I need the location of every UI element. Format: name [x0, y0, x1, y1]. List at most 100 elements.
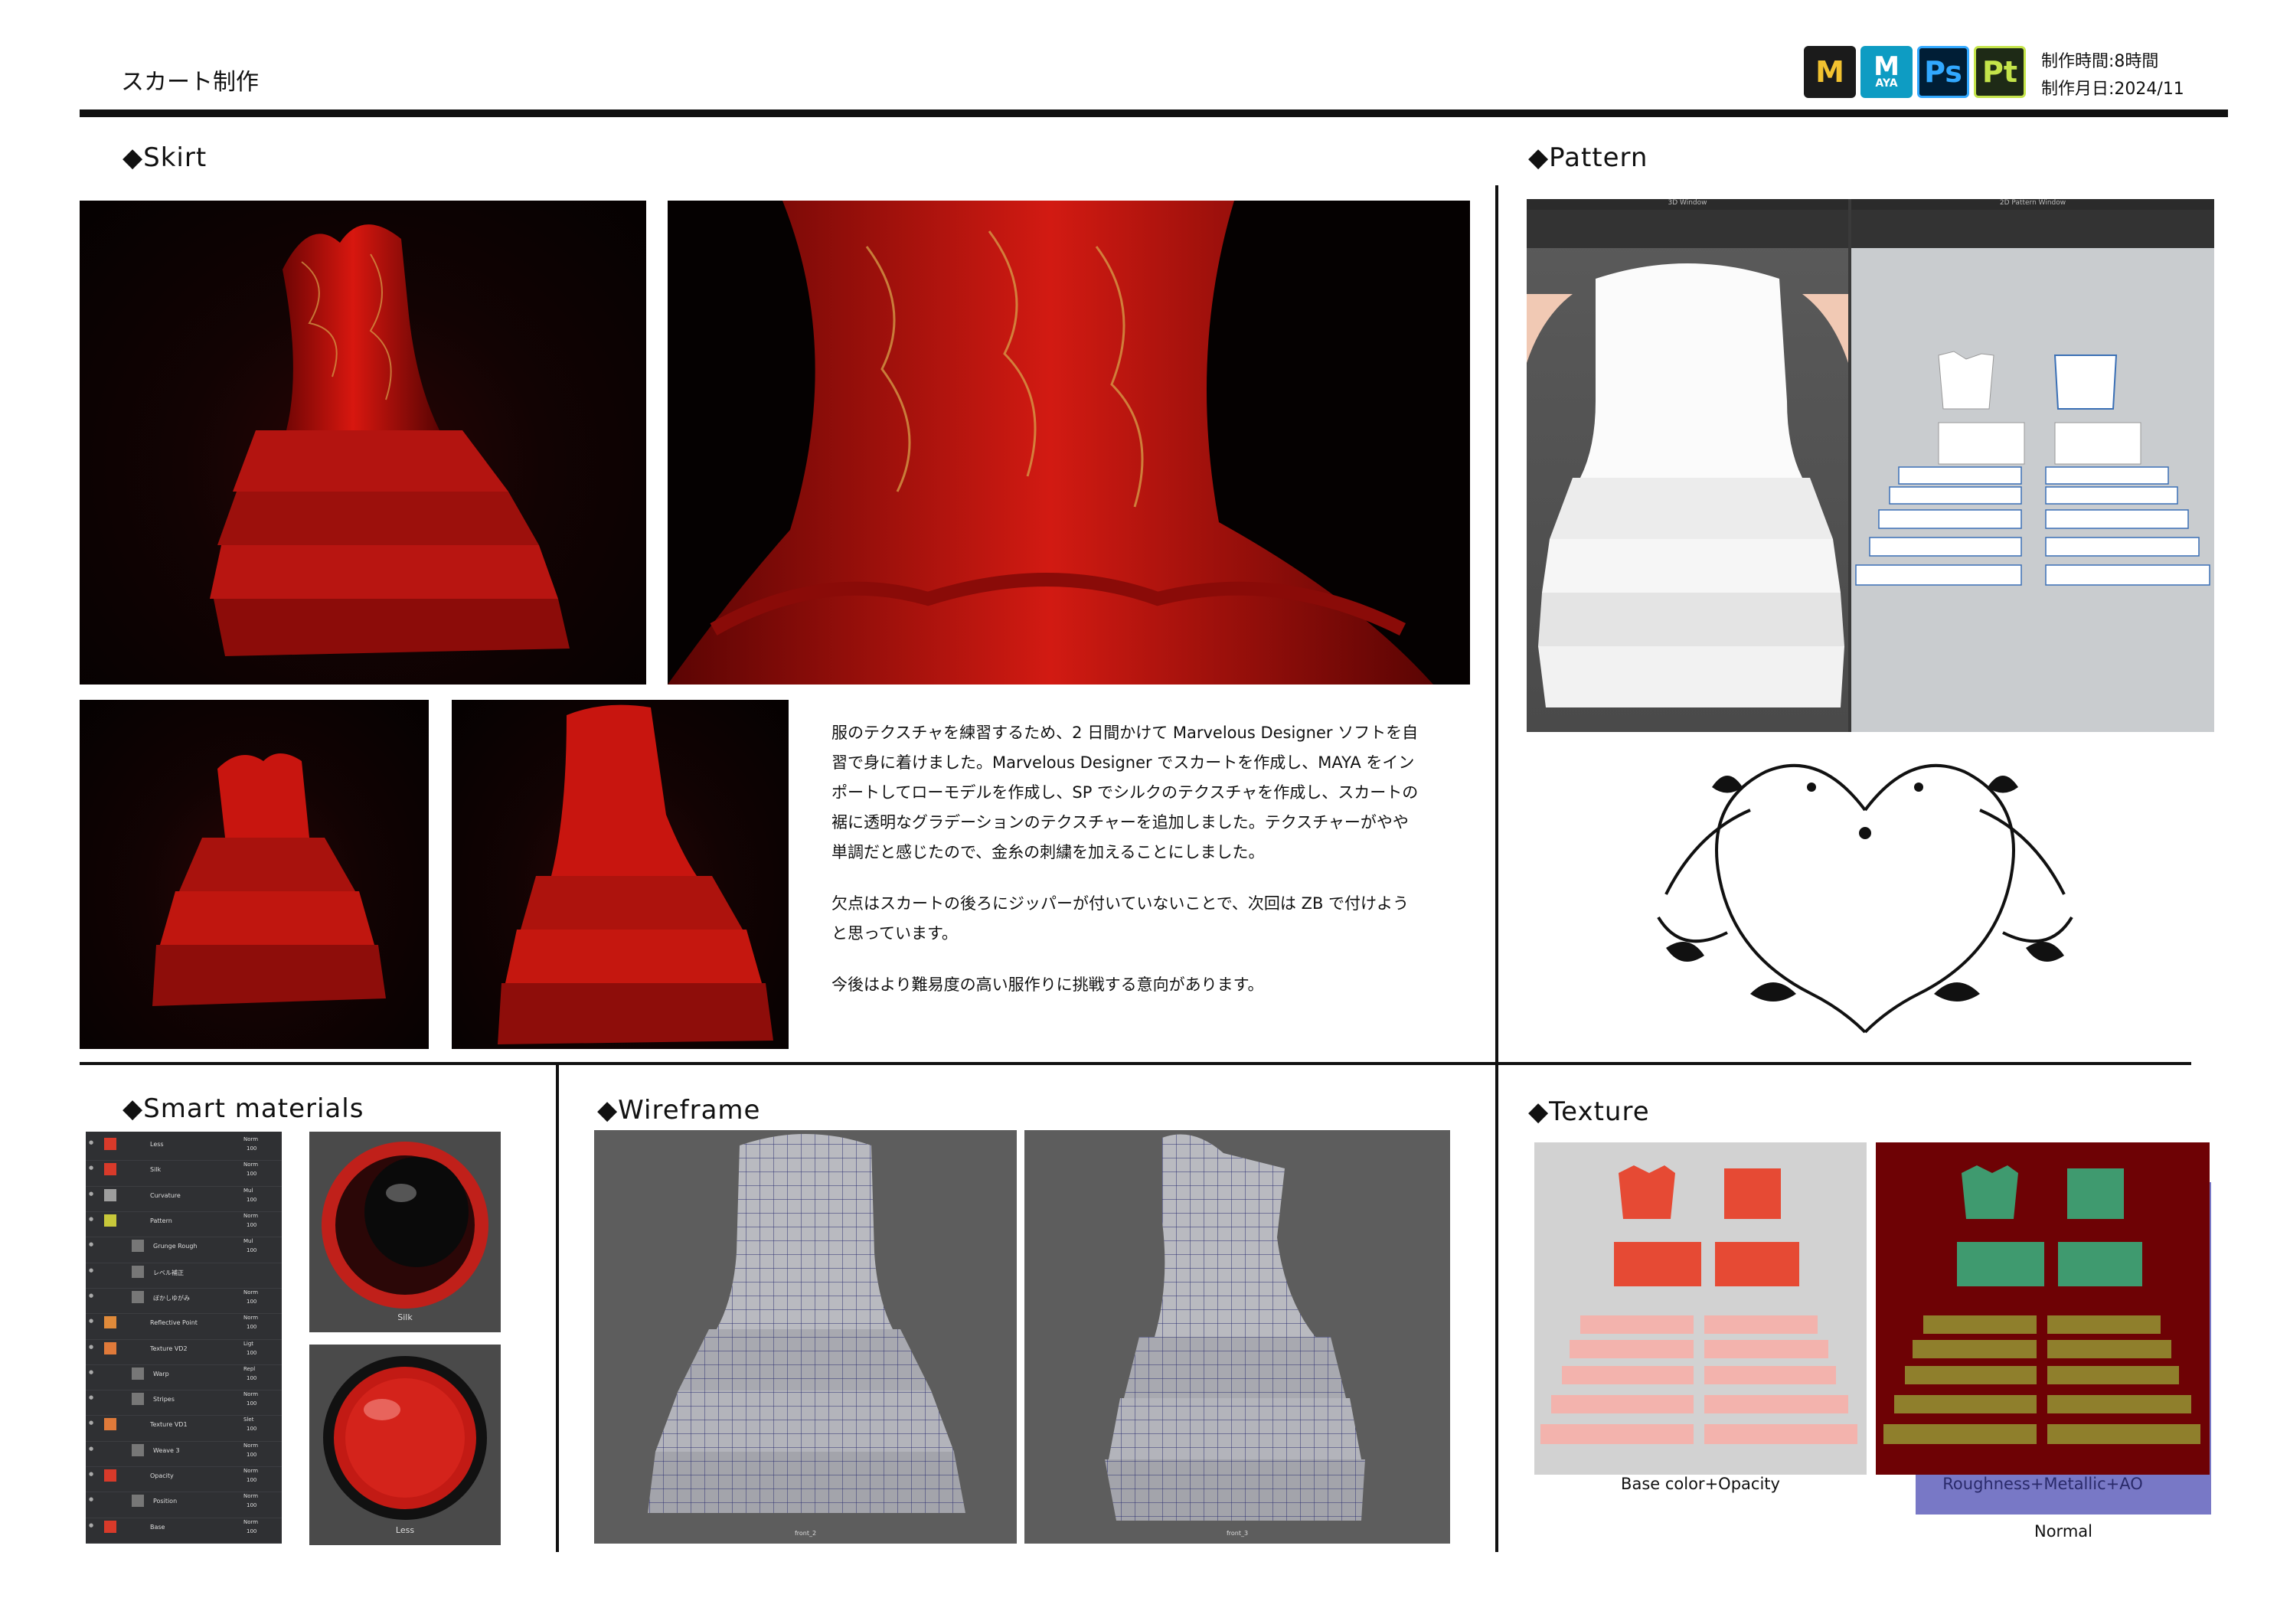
layer-row[interactable]: ● Pattern Norm 100 — [86, 1211, 282, 1238]
layer-opacity[interactable]: 100 — [247, 1247, 256, 1253]
layer-row[interactable]: ● Weave 3 Norm 100 — [86, 1441, 282, 1468]
marvelous-designer-window: 3D Window 2D Pattern Window — [1527, 199, 2214, 732]
layer-name: Position — [153, 1498, 178, 1505]
layer-blend-mode[interactable]: Norm — [243, 1391, 258, 1397]
texture-caption-base: Base color+Opacity — [1621, 1475, 1780, 1493]
eye-icon[interactable]: ● — [89, 1420, 93, 1426]
skirt-section-heading: ◆Skirt — [123, 142, 207, 173]
layer-opacity[interactable]: 100 — [247, 1171, 256, 1177]
layer-row[interactable]: ● Base Norm 100 — [86, 1518, 282, 1544]
description-text: 服のテクスチャを練習するため、2 日間かけて Marvelous Designe… — [831, 718, 1421, 1021]
eye-icon[interactable]: ● — [89, 1394, 93, 1400]
layer-blend-mode[interactable]: Norm — [243, 1162, 258, 1168]
layer-blend-mode[interactable]: Norm — [243, 1519, 258, 1525]
header-rule — [80, 109, 2228, 117]
layer-opacity[interactable]: 100 — [247, 1222, 256, 1228]
layer-name: Grunge Rough — [153, 1243, 198, 1250]
layer-row[interactable]: ● Warp Repl 100 — [86, 1364, 282, 1391]
smart-materials-section-heading: ◆Smart materials — [123, 1093, 364, 1124]
eye-icon[interactable]: ● — [89, 1292, 93, 1299]
layer-swatch — [104, 1418, 116, 1431]
layer-opacity[interactable]: 100 — [247, 1324, 256, 1330]
layer-row[interactable]: ● Grunge Rough Mul 100 — [86, 1237, 282, 1263]
layer-opacity[interactable]: 100 — [247, 1375, 256, 1381]
layer-blend-mode[interactable]: Norm — [243, 1213, 258, 1219]
eye-icon[interactable]: ● — [89, 1241, 93, 1247]
wireframe-front-label: front_2 — [794, 1530, 817, 1537]
layer-swatch — [104, 1316, 116, 1329]
eye-icon[interactable]: ● — [89, 1446, 93, 1452]
texture-roughness-map — [1876, 1142, 2210, 1475]
layer-blend-mode[interactable]: Norm — [243, 1289, 258, 1296]
texture-caption-roughness: Roughness+Metallic+AO — [1942, 1475, 2143, 1493]
layer-opacity[interactable]: 100 — [247, 1197, 256, 1203]
layer-opacity[interactable]: 100 — [247, 1477, 256, 1483]
layer-blend-mode[interactable]: Norm — [243, 1493, 258, 1499]
description-paragraph-2: 欠点はスカートの後ろにジッパーが付いていないことで、次回は ZB で付けようと思… — [831, 894, 1410, 943]
eye-icon[interactable]: ● — [89, 1139, 93, 1145]
layer-row[interactable]: ● Position Norm 100 — [86, 1492, 282, 1518]
layer-row[interactable]: ● Curvature Mul 100 — [86, 1186, 282, 1212]
eye-icon[interactable]: ● — [89, 1496, 93, 1502]
layer-row[interactable]: ● Texture VD1 Slet 100 — [86, 1415, 282, 1442]
3d-window: 3D Window — [1527, 199, 1848, 732]
wireframe-front: front_2 — [594, 1130, 1017, 1544]
layer-row[interactable]: ● ぼかしゆがみ Norm 100 — [86, 1288, 282, 1315]
layer-blend-mode[interactable]: Mul — [243, 1238, 253, 1244]
layer-opacity[interactable]: 100 — [247, 1400, 256, 1407]
layer-row[interactable]: ● Less Norm 100 — [86, 1135, 282, 1162]
layer-row[interactable]: ● Reflective Point Norm 100 — [86, 1313, 282, 1340]
layer-blend-mode[interactable]: Mul — [243, 1188, 253, 1194]
layer-row[interactable]: ● Silk Norm 100 — [86, 1160, 282, 1187]
layer-opacity[interactable]: 100 — [247, 1426, 256, 1432]
layer-opacity[interactable]: 100 — [247, 1502, 256, 1508]
layer-blend-mode[interactable]: Slet — [243, 1417, 253, 1423]
eye-icon[interactable]: ● — [89, 1522, 93, 1528]
layer-blend-mode[interactable]: Repl — [243, 1366, 255, 1372]
eye-icon[interactable]: ● — [89, 1216, 93, 1222]
embroidery-ornament — [1657, 763, 2073, 1034]
layer-name: Silk — [150, 1166, 162, 1174]
maya-icon: M AYA — [1860, 46, 1913, 98]
layer-opacity[interactable]: 100 — [247, 1452, 256, 1458]
layer-swatch — [104, 1163, 116, 1176]
layer-name: Texture VD2 — [150, 1345, 188, 1352]
layer-stack-panel: ● Less Norm 100 ● Silk Norm 100 ● Curvature Mul 100… — [86, 1132, 282, 1544]
layer-row[interactable]: ● レベル補正 — [86, 1263, 282, 1289]
photoshop-icon: Ps — [1917, 46, 1969, 98]
2d-toolbar[interactable] — [1851, 210, 2214, 248]
layer-row[interactable]: ● Stripes Norm 100 — [86, 1390, 282, 1417]
vertical-divider-right — [1495, 185, 1498, 1552]
layer-name: レベル補正 — [153, 1269, 184, 1276]
layer-swatch — [132, 1393, 144, 1406]
eye-icon[interactable]: ● — [89, 1471, 93, 1477]
layer-swatch — [132, 1443, 144, 1456]
layer-blend-mode[interactable]: Ligt — [243, 1341, 253, 1347]
3d-toolbar[interactable] — [1527, 210, 1848, 248]
eye-icon[interactable]: ● — [89, 1344, 93, 1350]
layer-name: Curvature — [150, 1191, 181, 1199]
layer-swatch — [104, 1341, 116, 1354]
layer-blend-mode[interactable]: Norm — [243, 1468, 258, 1474]
layer-blend-mode[interactable]: Norm — [243, 1443, 258, 1449]
layer-opacity[interactable]: 100 — [247, 1528, 256, 1534]
layer-opacity[interactable]: 100 — [247, 1145, 256, 1152]
dress-render-full — [80, 201, 646, 685]
layer-name: Texture VD1 — [150, 1421, 188, 1429]
eye-icon[interactable]: ● — [89, 1369, 93, 1375]
layer-opacity[interactable]: 100 — [247, 1299, 256, 1305]
layer-row[interactable]: ● Opacity Norm 100 — [86, 1466, 282, 1493]
production-date: 制作月日:2024/11 — [2041, 80, 2184, 99]
texture-base-color — [1534, 1142, 1867, 1475]
layer-opacity[interactable]: 100 — [247, 1350, 256, 1356]
layer-swatch — [132, 1265, 144, 1278]
3d-window-title: 3D Window — [1527, 199, 1848, 210]
eye-icon[interactable]: ● — [89, 1267, 93, 1273]
eye-icon[interactable]: ● — [89, 1165, 93, 1171]
layer-blend-mode[interactable]: Norm — [243, 1315, 258, 1321]
eye-icon[interactable]: ● — [89, 1318, 93, 1324]
layer-swatch — [132, 1290, 144, 1303]
layer-row[interactable]: ● Texture VD2 Ligt 100 — [86, 1339, 282, 1365]
layer-blend-mode[interactable]: Norm — [243, 1136, 258, 1142]
eye-icon[interactable]: ● — [89, 1191, 93, 1197]
